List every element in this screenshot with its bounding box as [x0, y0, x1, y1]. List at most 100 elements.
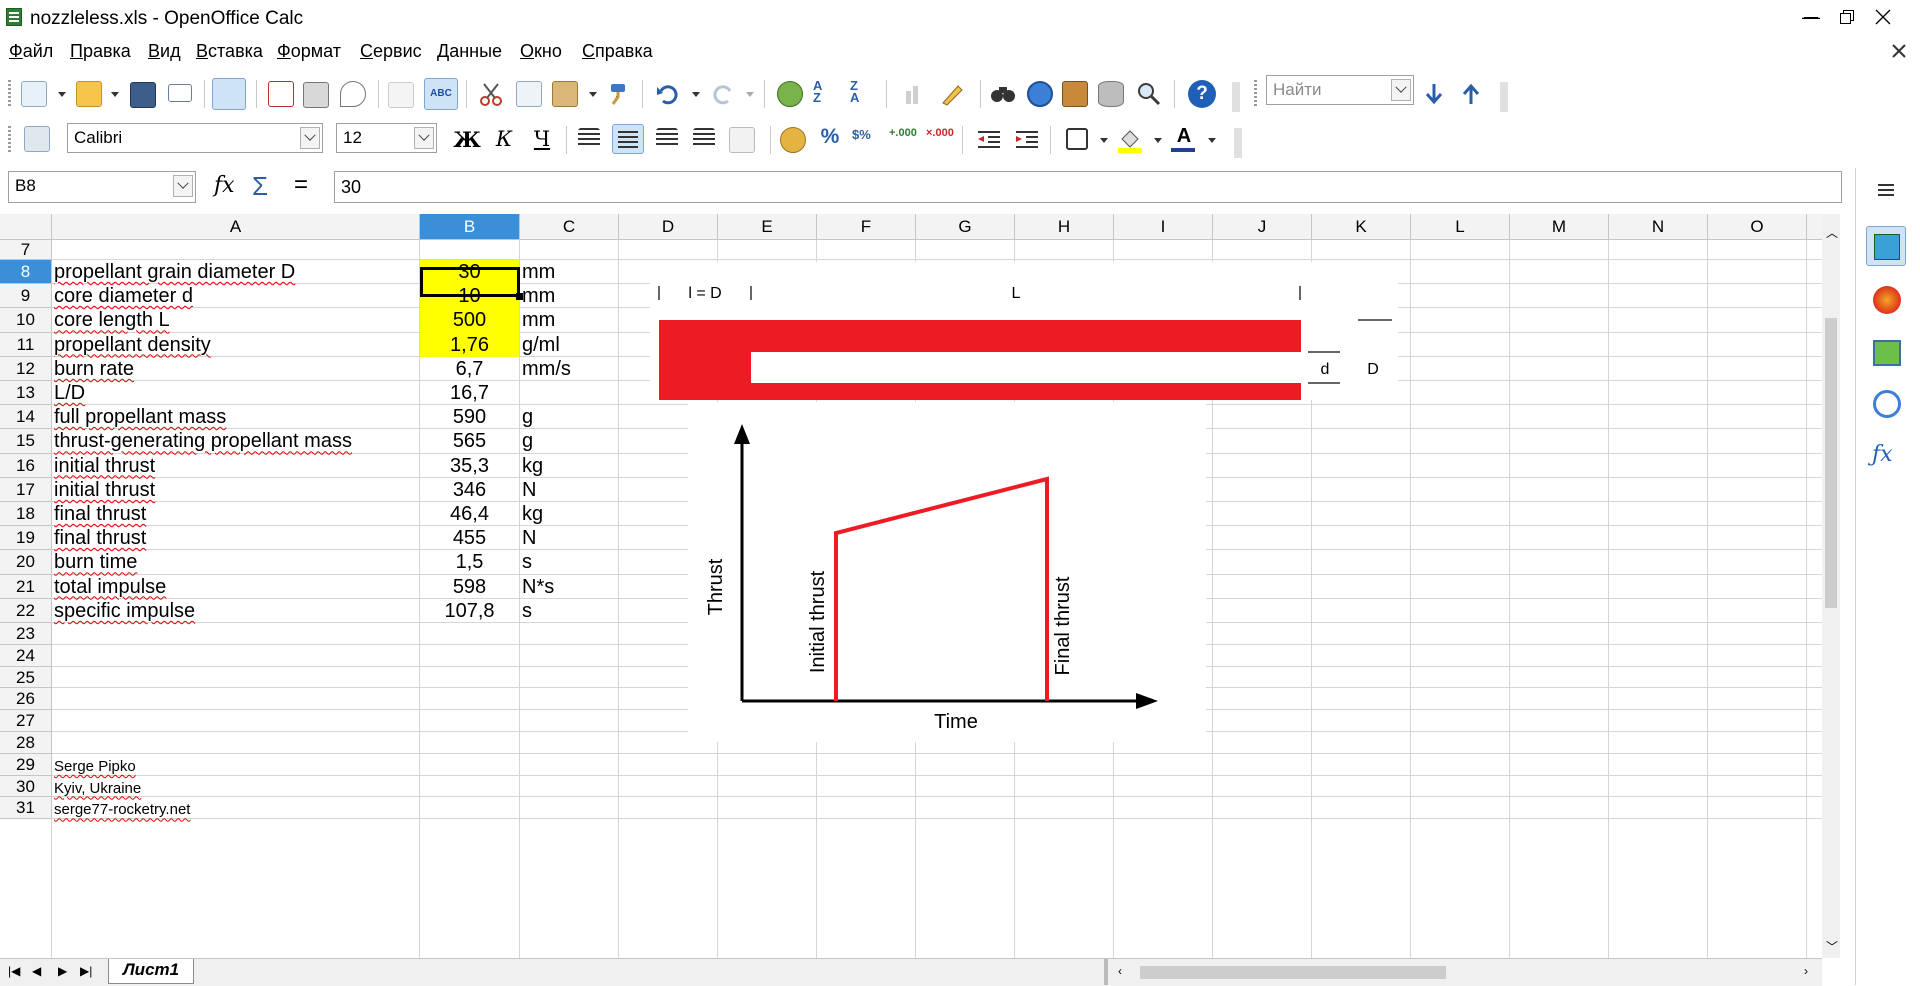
- open-folder-icon[interactable]: [76, 81, 102, 107]
- cell-c-unit[interactable]: s: [522, 599, 532, 623]
- column-header-h[interactable]: H: [1015, 214, 1114, 240]
- autospellcheck-icon[interactable]: ABC: [424, 78, 458, 110]
- row-header[interactable]: 11: [0, 332, 52, 357]
- sidebar-menu-icon[interactable]: [1878, 184, 1894, 196]
- cell-b-value[interactable]: 590: [420, 405, 519, 429]
- row-header[interactable]: 31: [0, 797, 52, 820]
- cell-a-label[interactable]: serge77-rocketry.net: [54, 799, 190, 821]
- undo-dropdown-icon[interactable]: [692, 92, 700, 97]
- cell-a-label[interactable]: core diameter d: [54, 284, 193, 308]
- sheet-tab-list1[interactable]: Лист1: [108, 959, 195, 984]
- column-header-d[interactable]: D: [619, 214, 718, 240]
- merge-cells-icon[interactable]: [729, 127, 755, 153]
- cell-a-label[interactable]: final thrust: [54, 502, 146, 526]
- cell-a-label[interactable]: thrust-generating propellant mass: [54, 429, 352, 453]
- navigator-icon[interactable]: [1027, 81, 1053, 107]
- standard-format-icon[interactable]: $%: [852, 127, 878, 153]
- cell-a-label[interactable]: burn time: [54, 550, 137, 574]
- vertical-scrollbar[interactable]: ︿ ﹀: [1822, 214, 1840, 958]
- redo-icon[interactable]: [710, 81, 736, 107]
- cell-a-label[interactable]: burn rate: [54, 357, 134, 381]
- column-header-m[interactable]: M: [1510, 214, 1609, 240]
- menu-view[interactable]: Вид: [148, 41, 181, 62]
- active-cell-cursor[interactable]: [420, 267, 520, 297]
- font-color-icon[interactable]: A: [1171, 125, 1197, 152]
- column-header-g[interactable]: G: [916, 214, 1015, 240]
- cell-a-label[interactable]: core length L: [54, 308, 170, 332]
- tab-bar-splitter[interactable]: [1104, 959, 1108, 985]
- cell-b-value[interactable]: 1,76: [420, 333, 519, 357]
- format-toolbar-overflow-icon[interactable]: [1234, 128, 1242, 158]
- email-icon[interactable]: [168, 84, 192, 102]
- increase-indent-icon[interactable]: [1014, 127, 1040, 153]
- cell-a-label[interactable]: initial thrust: [54, 478, 155, 502]
- find-replace-icon[interactable]: [990, 81, 1016, 107]
- row-header[interactable]: 26: [0, 688, 52, 711]
- menu-edit[interactable]: Правка: [70, 41, 131, 62]
- show-draw-functions-icon[interactable]: [940, 81, 966, 107]
- align-center-button[interactable]: [612, 124, 644, 154]
- find-input[interactable]: Найти: [1266, 75, 1414, 105]
- edit-mode-icon[interactable]: [212, 78, 246, 110]
- scroll-left-icon[interactable]: ‹: [1118, 964, 1122, 978]
- row-header[interactable]: 15: [0, 429, 52, 454]
- row-header[interactable]: 7: [0, 240, 52, 260]
- new-document-icon[interactable]: [21, 81, 47, 107]
- cell-b-value[interactable]: 6,7: [420, 357, 519, 381]
- row-header[interactable]: 30: [0, 775, 52, 798]
- data-sources-icon[interactable]: [1098, 81, 1124, 107]
- row-header[interactable]: 29: [0, 753, 52, 776]
- italic-button[interactable]: К: [489, 124, 519, 154]
- toolbar-overflow-icon[interactable]: [1232, 82, 1240, 112]
- currency-format-icon[interactable]: [780, 127, 806, 153]
- save-icon[interactable]: [130, 82, 156, 108]
- row-header[interactable]: 28: [0, 732, 52, 754]
- menu-tools[interactable]: Сервис: [360, 41, 422, 62]
- cell-c-unit[interactable]: s: [522, 550, 532, 574]
- percent-format-icon[interactable]: %: [817, 125, 843, 151]
- cell-c-unit[interactable]: kg: [522, 454, 543, 478]
- cell-a-label[interactable]: initial thrust: [54, 454, 155, 478]
- open-dropdown-icon[interactable]: [111, 92, 119, 97]
- sort-ascending-icon[interactable]: AZ: [813, 79, 839, 106]
- undo-icon[interactable]: [655, 81, 681, 107]
- copy-icon[interactable]: [516, 81, 542, 107]
- row-header[interactable]: 25: [0, 666, 52, 689]
- cell-c-unit[interactable]: mm: [522, 260, 555, 284]
- cell-a-label[interactable]: propellant grain diameter D: [54, 260, 295, 284]
- navigator-sidebar-icon[interactable]: [1873, 390, 1901, 418]
- name-box-dropdown-icon[interactable]: [173, 175, 193, 197]
- hyperlink-icon[interactable]: [777, 81, 803, 107]
- select-all-corner[interactable]: [0, 214, 52, 240]
- name-box[interactable]: B8: [8, 171, 196, 203]
- column-header-n[interactable]: N: [1609, 214, 1708, 240]
- export-pdf-icon[interactable]: [268, 81, 294, 107]
- row-header[interactable]: 27: [0, 710, 52, 732]
- styles-formatting-icon[interactable]: [24, 126, 50, 152]
- row-header[interactable]: 20: [0, 550, 52, 575]
- vertical-scroll-thumb[interactable]: [1825, 318, 1837, 608]
- cell-b-value[interactable]: 346: [420, 478, 519, 502]
- scroll-right-icon[interactable]: ›: [1804, 964, 1808, 978]
- cell-c-unit[interactable]: mm: [522, 284, 555, 308]
- justify-icon[interactable]: [693, 128, 715, 148]
- row-header[interactable]: 22: [0, 598, 52, 623]
- cell-b-value[interactable]: 598: [420, 575, 519, 599]
- row-header[interactable]: 14: [0, 405, 52, 430]
- column-header-k[interactable]: K: [1312, 214, 1411, 240]
- underline-button[interactable]: Ч: [527, 124, 557, 154]
- toolbar-grip[interactable]: [8, 126, 11, 154]
- menu-format[interactable]: Формат: [277, 41, 341, 62]
- cell-c-unit[interactable]: g: [522, 405, 533, 429]
- row-header[interactable]: 12: [0, 356, 52, 381]
- row-header[interactable]: 17: [0, 477, 52, 502]
- row-header[interactable]: 23: [0, 623, 52, 645]
- cell-c-unit[interactable]: N*s: [522, 575, 554, 599]
- print-preview-icon[interactable]: [340, 81, 366, 107]
- background-color-icon[interactable]: [1117, 127, 1143, 153]
- previous-sheet-icon[interactable]: ◀: [32, 964, 41, 978]
- cell-c-unit[interactable]: mm: [522, 308, 555, 332]
- zoom-icon[interactable]: [1136, 81, 1162, 107]
- cell-c-unit[interactable]: g: [522, 429, 533, 453]
- column-header-j[interactable]: J: [1213, 214, 1312, 240]
